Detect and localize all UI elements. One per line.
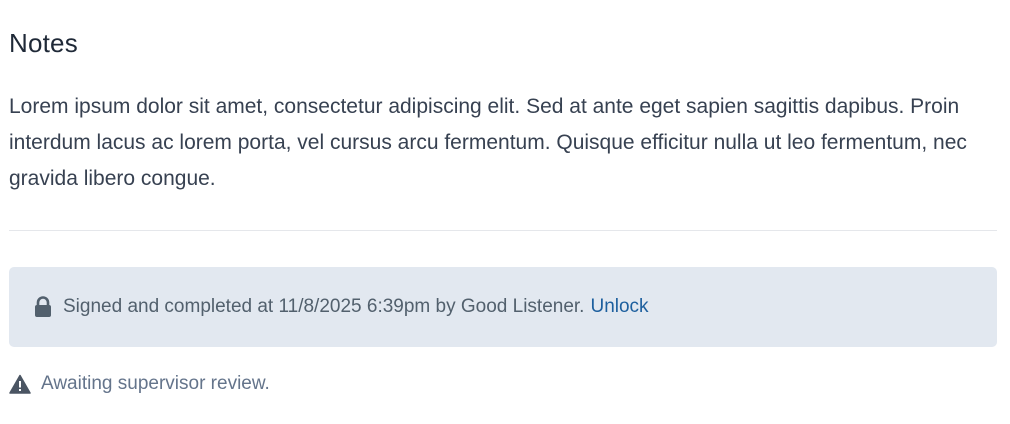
warning-icon xyxy=(9,374,31,394)
notes-title: Notes xyxy=(9,28,78,58)
review-status-text: Awaiting supervisor review. xyxy=(41,373,270,394)
unlock-link[interactable]: Unlock xyxy=(590,296,648,318)
review-status: Awaiting supervisor review. xyxy=(9,373,270,395)
signed-status-text: Signed and completed at 11/8/2025 6:39pm… xyxy=(63,296,585,317)
notes-page: Notes Lorem ipsum dolor sit amet, consec… xyxy=(0,0,1010,424)
signed-banner: Signed and completed at 11/8/2025 6:39pm… xyxy=(9,267,997,347)
divider xyxy=(9,230,997,231)
notes-body: Lorem ipsum dolor sit amet, consectetur … xyxy=(9,95,967,190)
lock-icon xyxy=(33,296,53,318)
